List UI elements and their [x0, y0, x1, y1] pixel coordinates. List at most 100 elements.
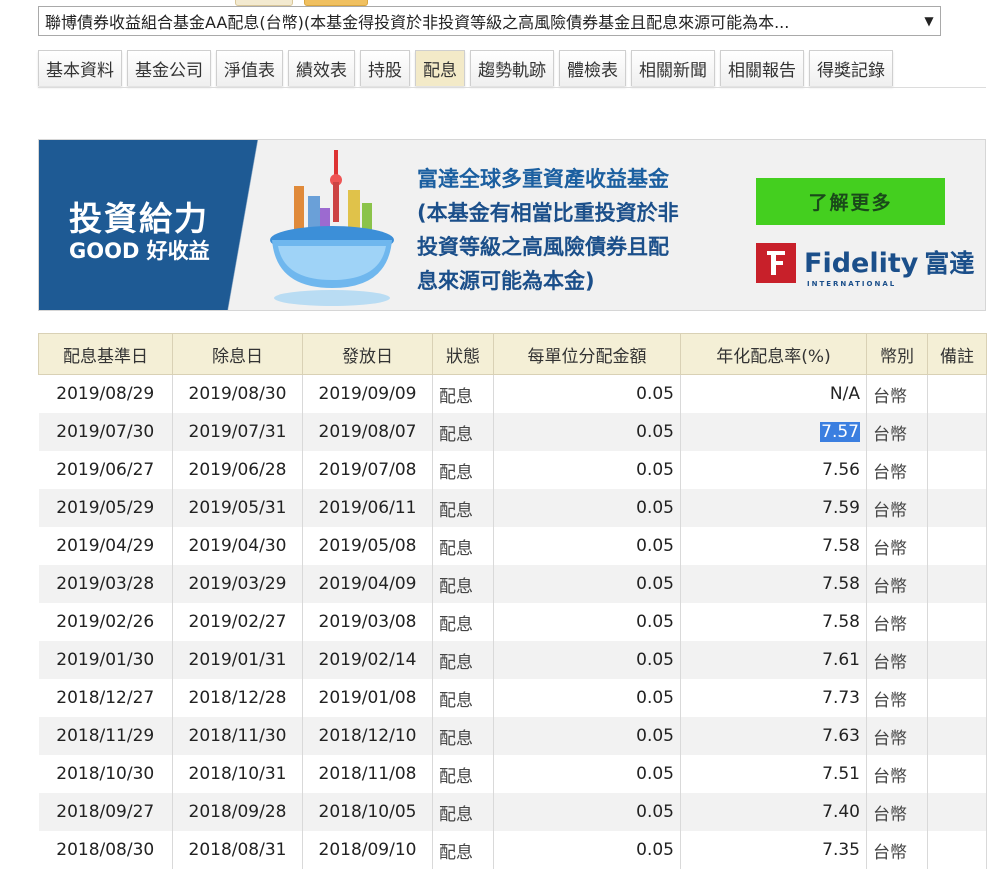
- col-header-currency[interactable]: 幣別: [866, 333, 928, 375]
- cell-currency: 台幣: [866, 831, 928, 869]
- tab-label: 體檢表: [567, 61, 618, 81]
- tab-awards[interactable]: 得獎記錄: [809, 50, 893, 86]
- cell-record-date: 2019/04/29: [38, 527, 173, 565]
- cell-status: 配息: [432, 527, 494, 565]
- tab-holdings[interactable]: 持股: [360, 50, 410, 86]
- cell-status: 配息: [432, 603, 494, 641]
- table-row: 2018/12/27 2018/12/28 2019/01/08 配息 0.05 7.73…: [38, 679, 987, 717]
- cell-record-date: 2019/03/28: [38, 565, 173, 603]
- fidelity-logo-icon: [756, 243, 796, 283]
- tab-performance[interactable]: 績效表: [288, 50, 355, 86]
- cell-amount: 0.05: [493, 451, 681, 489]
- cell-notes: [927, 831, 987, 869]
- cell-status: 配息: [432, 679, 494, 717]
- cell-status: 配息: [432, 793, 494, 831]
- cell-yield: 7.59: [680, 489, 867, 527]
- tab-label: 趨勢軌跡: [478, 61, 546, 81]
- cell-record-date: 2019/08/29: [38, 374, 173, 413]
- cell-amount: 0.05: [493, 755, 681, 793]
- cell-ex-date: 2019/04/30: [172, 527, 303, 565]
- table-row: 2019/01/30 2019/01/31 2019/02/14 配息 0.05 7.61…: [38, 641, 987, 679]
- ad-banner[interactable]: 投資給力 GOOD 好收益 富達全球多重資產收益基金 (本基金有相當比重投資於非…: [38, 139, 986, 311]
- cell-notes: [927, 565, 987, 603]
- col-header-ex-date[interactable]: 除息日: [172, 333, 303, 375]
- brand-name-cn: 富達: [924, 249, 975, 278]
- tab-fund-company[interactable]: 基金公司: [127, 50, 211, 86]
- cell-yield: 7.57: [680, 413, 867, 451]
- tab-label: 得獎記錄: [817, 61, 885, 81]
- cell-ex-date: 2019/01/31: [172, 641, 303, 679]
- cell-yield: N/A: [680, 374, 867, 413]
- tab-basic-info[interactable]: 基本資料: [38, 50, 122, 86]
- cell-currency: 台幣: [866, 679, 928, 717]
- tab-label: 基本資料: [46, 61, 114, 81]
- cell-yield: 7.58: [680, 603, 867, 641]
- cell-ex-date: 2019/02/27: [172, 603, 303, 641]
- cell-status: 配息: [432, 489, 494, 527]
- table-row: 2019/02/26 2019/02/27 2019/03/08 配息 0.05 7.58…: [38, 603, 987, 641]
- cell-amount: 0.05: [493, 527, 681, 565]
- brand-name: Fidelity: [804, 248, 919, 279]
- col-header-amount[interactable]: 每單位分配金額: [493, 333, 681, 375]
- cell-notes: [927, 793, 987, 831]
- cell-status: 配息: [432, 755, 494, 793]
- banner-disclaimer-2: 投資等級之高風險債券且配: [417, 235, 669, 259]
- tab-related-reports[interactable]: 相關報告: [720, 50, 804, 86]
- cell-record-date: 2018/09/27: [38, 793, 173, 831]
- banner-text: 富達全球多重資產收益基金 (本基金有相當比重投資於非 投資等級之高風險債券且配 …: [417, 162, 717, 298]
- tab-dividends[interactable]: 配息: [415, 50, 465, 86]
- table-row: 2019/07/30 2019/07/31 2019/08/07 配息 0.05 7.57…: [38, 413, 987, 451]
- cell-notes: [927, 374, 987, 413]
- table-row: 2019/08/29 2019/08/30 2019/09/09 配息 0.05 N/A 台…: [38, 374, 987, 413]
- cell-yield: 7.56: [680, 451, 867, 489]
- col-header-pay-date[interactable]: 發放日: [302, 333, 433, 375]
- cell-currency: 台幣: [866, 641, 928, 679]
- cell-record-date: 2019/07/30: [38, 413, 173, 451]
- cell-record-date: 2018/11/29: [38, 717, 173, 755]
- learn-more-button[interactable]: 了解更多: [756, 178, 945, 225]
- cell-pay-date: 2018/12/10: [302, 717, 433, 755]
- cell-pay-date: 2019/06/11: [302, 489, 433, 527]
- cell-pay-date: 2018/09/10: [302, 831, 433, 869]
- tab-nav-table[interactable]: 淨值表: [216, 50, 283, 86]
- cell-record-date: 2019/06/27: [38, 451, 173, 489]
- tab-related-news[interactable]: 相關新聞: [631, 50, 715, 86]
- cell-status: 配息: [432, 451, 494, 489]
- cell-pay-date: 2019/05/08: [302, 527, 433, 565]
- cell-currency: 台幣: [866, 489, 928, 527]
- col-header-record-date[interactable]: 配息基準日: [38, 333, 173, 375]
- cell-ex-date: 2019/06/28: [172, 451, 303, 489]
- brand-sub: INTERNATIONAL: [807, 280, 897, 288]
- cell-ex-date: 2019/07/31: [172, 413, 303, 451]
- col-header-notes[interactable]: 備註: [927, 333, 987, 375]
- cell-notes: [927, 489, 987, 527]
- cell-ex-date: 2019/05/31: [172, 489, 303, 527]
- cell-record-date: 2019/05/29: [38, 489, 173, 527]
- cell-record-date: 2019/02/26: [38, 603, 173, 641]
- table-header-row: 配息基準日 除息日 發放日 狀態 每單位分配金額 年化配息率(%) 幣別 備註: [38, 333, 987, 375]
- tab-label: 淨值表: [224, 61, 275, 81]
- cell-ex-date: 2018/09/28: [172, 793, 303, 831]
- cell-status: 配息: [432, 641, 494, 679]
- cell-amount: 0.05: [493, 793, 681, 831]
- cell-yield: 7.40: [680, 793, 867, 831]
- cell-ex-date: 2018/10/31: [172, 755, 303, 793]
- cell-ex-date: 2019/03/29: [172, 565, 303, 603]
- cell-currency: 台幣: [866, 413, 928, 451]
- cell-currency: 台幣: [866, 717, 928, 755]
- cell-record-date: 2019/01/30: [38, 641, 173, 679]
- cell-notes: [927, 413, 987, 451]
- tab-checkup[interactable]: 體檢表: [559, 50, 626, 86]
- fund-select[interactable]: 聯博債券收益組合基金AA配息(台幣)(本基金得投資於非投資等級之高風險債券基金且…: [38, 6, 941, 36]
- banner-fund-name: 富達全球多重資產收益基金: [417, 167, 669, 191]
- table-row: 2019/05/29 2019/05/31 2019/06/11 配息 0.05 7.59…: [38, 489, 987, 527]
- cell-yield: 7.73: [680, 679, 867, 717]
- col-header-status[interactable]: 狀態: [432, 333, 494, 375]
- col-header-yield[interactable]: 年化配息率(%): [680, 333, 867, 375]
- cell-status: 配息: [432, 717, 494, 755]
- cell-notes: [927, 603, 987, 641]
- tab-trend[interactable]: 趨勢軌跡: [470, 50, 554, 86]
- cell-pay-date: 2019/03/08: [302, 603, 433, 641]
- tab-label: 相關報告: [728, 61, 796, 81]
- table-row: 2019/03/28 2019/03/29 2019/04/09 配息 0.05 7.58…: [38, 565, 987, 603]
